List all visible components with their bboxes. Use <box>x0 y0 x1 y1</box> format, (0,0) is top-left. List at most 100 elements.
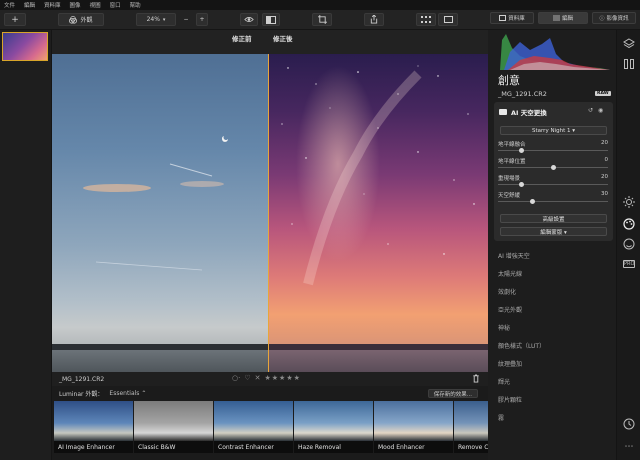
looks-button[interactable]: 外觀 <box>58 13 104 26</box>
slider-handle[interactable] <box>519 182 524 187</box>
menu-image[interactable]: 圖像 <box>70 1 81 9</box>
heart-icon[interactable]: ♡ <box>244 374 250 382</box>
save-look-button[interactable]: 保存新的效果... <box>427 389 478 398</box>
tool-item[interactable]: 神秘 <box>498 318 608 336</box>
tool-item[interactable]: AI 增強天空 <box>498 246 608 264</box>
compare-divider-handle[interactable] <box>268 54 269 372</box>
color-label-icon[interactable]: ○· <box>232 374 240 382</box>
looks-icon <box>69 15 78 24</box>
raw-badge: RAW <box>595 91 611 96</box>
preset-thumbnail[interactable]: Remove C <box>454 401 488 453</box>
advanced-settings-button[interactable]: 高級設置 <box>500 214 607 223</box>
menu-file[interactable]: 文件 <box>4 1 15 9</box>
tool-toggle-icon[interactable] <box>499 109 507 115</box>
zoom-in-button[interactable]: + <box>196 13 208 26</box>
more-options-icon[interactable]: ⋯ <box>623 442 635 454</box>
preset-thumbnail[interactable]: Haze Removal <box>294 401 373 453</box>
preset-image <box>294 401 373 441</box>
crop-button[interactable] <box>312 13 332 26</box>
preset-thumbnail[interactable]: Contrast Enhancer <box>214 401 293 453</box>
preset-image <box>374 401 453 441</box>
slider-track[interactable] <box>498 184 608 185</box>
slider-relight-scene[interactable]: 重現場景 20 <box>498 174 608 191</box>
slider-track[interactable] <box>498 201 608 202</box>
slider-sky-defocus[interactable]: 天空舒緩 30 <box>498 191 608 208</box>
tool-item[interactable]: 紋理疊加 <box>498 354 608 372</box>
image-canvas[interactable]: 修正前 修正後 <box>52 30 488 372</box>
preset-thumbnail[interactable]: Classic B&W <box>134 401 213 453</box>
zoom-plus-label: + <box>199 16 205 23</box>
preset-thumbnail[interactable]: AI Image Enhancer <box>54 401 133 453</box>
preset-image <box>134 401 213 441</box>
edit-mask-button[interactable]: 編輯蒙版 ▾ <box>500 227 607 236</box>
zoom-minus-label: − <box>183 16 189 23</box>
looks-category-select[interactable]: Essentials ⌃ <box>109 390 146 397</box>
tool-card-header[interactable]: AI 天空更換 <box>499 107 547 117</box>
compare-button[interactable] <box>262 13 280 26</box>
menu-help[interactable]: 幫助 <box>130 1 141 9</box>
add-button[interactable]: + <box>4 13 26 26</box>
after-image <box>268 54 488 372</box>
slider-handle[interactable] <box>550 165 556 170</box>
reset-icon[interactable]: ↺ <box>588 107 593 114</box>
share-button[interactable] <box>364 13 384 26</box>
menu-library[interactable]: 資料庫 <box>44 1 61 9</box>
edit-panel: 創意 _MG_1291.CR2 RAW AI 天空更換 ↺ ◉ Starry N… <box>488 30 616 460</box>
lake <box>268 350 488 372</box>
menu-window[interactable]: 窗口 <box>110 1 121 9</box>
layers-icon[interactable] <box>623 38 635 50</box>
portrait-icon[interactable] <box>623 238 635 250</box>
tool-item[interactable]: 效劇化 <box>498 282 608 300</box>
menu-edit[interactable]: 編輯 <box>24 1 35 9</box>
reject-icon[interactable]: ✕ <box>255 374 261 382</box>
pro-icon[interactable]: PRO <box>623 260 635 268</box>
panel-title: 創意 <box>498 74 520 87</box>
slider-value: 20 <box>601 140 608 146</box>
tab-edit-label: 編輯 <box>561 16 573 22</box>
share-icon <box>370 15 378 24</box>
single-view-button[interactable] <box>438 13 458 26</box>
palette-icon[interactable] <box>623 218 635 230</box>
zoom-select[interactable]: 24% ▾ <box>136 13 176 26</box>
eye-icon <box>244 17 254 22</box>
looks-label: 外觀 <box>80 17 93 24</box>
zoom-value: 24% <box>146 16 160 23</box>
slider-handle[interactable] <box>519 148 524 153</box>
tab-info[interactable]: ⓘ 影像資訊 <box>592 12 636 24</box>
sun-icon[interactable] <box>623 196 635 208</box>
slider-value: 0 <box>604 157 609 163</box>
history-icon[interactable] <box>623 418 635 430</box>
crop-icon <box>317 15 327 24</box>
menu-bar: 文件 編輯 資料庫 圖像 視圖 窗口 幫助 <box>0 0 640 10</box>
slider-handle[interactable] <box>529 199 535 204</box>
preview-button[interactable] <box>240 13 258 26</box>
tab-edit[interactable]: 編輯 <box>538 12 588 24</box>
before-image <box>52 54 268 372</box>
tab-library[interactable]: 資料庫 <box>490 12 534 24</box>
image-filename: _MG_1291.CR2 <box>59 375 105 383</box>
eye-icon[interactable]: ◉ <box>598 107 603 114</box>
looks-title: Luminar 外觀： <box>59 391 104 398</box>
image-thumbnail[interactable] <box>2 32 48 61</box>
star-rating[interactable]: ★★★★★ <box>265 374 301 382</box>
canvas-icon[interactable] <box>623 58 635 70</box>
rating-bar: ○· ♡ ✕ ★★★★★ <box>232 374 301 382</box>
tool-item[interactable]: 亞光外觀 <box>498 300 608 318</box>
image-info-bar: _MG_1291.CR2 ○· ♡ ✕ ★★★★★ <box>52 372 488 386</box>
menu-view[interactable]: 視圖 <box>90 1 101 9</box>
slider-horizon-blending[interactable]: 地平線融合 20 <box>498 140 608 157</box>
tool-item[interactable]: 輝光 <box>498 372 608 390</box>
tool-item[interactable]: 太陽光線 <box>498 264 608 282</box>
zoom-out-button[interactable]: − <box>180 13 192 26</box>
sky-selection-dropdown[interactable]: Starry Night 1 ▾ <box>500 126 607 135</box>
slider-value: 30 <box>601 191 608 197</box>
preset-thumbnail[interactable]: Mood Enhancer <box>374 401 453 453</box>
grid-view-button[interactable] <box>416 13 436 26</box>
slider-track[interactable] <box>498 150 608 151</box>
module-tabs: 資料庫 編輯 ⓘ 影像資訊 <box>488 12 638 26</box>
trash-icon[interactable] <box>472 374 480 383</box>
tool-item[interactable]: 霧 <box>498 408 608 426</box>
slider-horizon-position[interactable]: 地平線位置 0 <box>498 157 608 174</box>
tool-item[interactable]: 膠片顆粒 <box>498 390 608 408</box>
tool-item[interactable]: 顏色樣式（LUT） <box>498 336 608 354</box>
